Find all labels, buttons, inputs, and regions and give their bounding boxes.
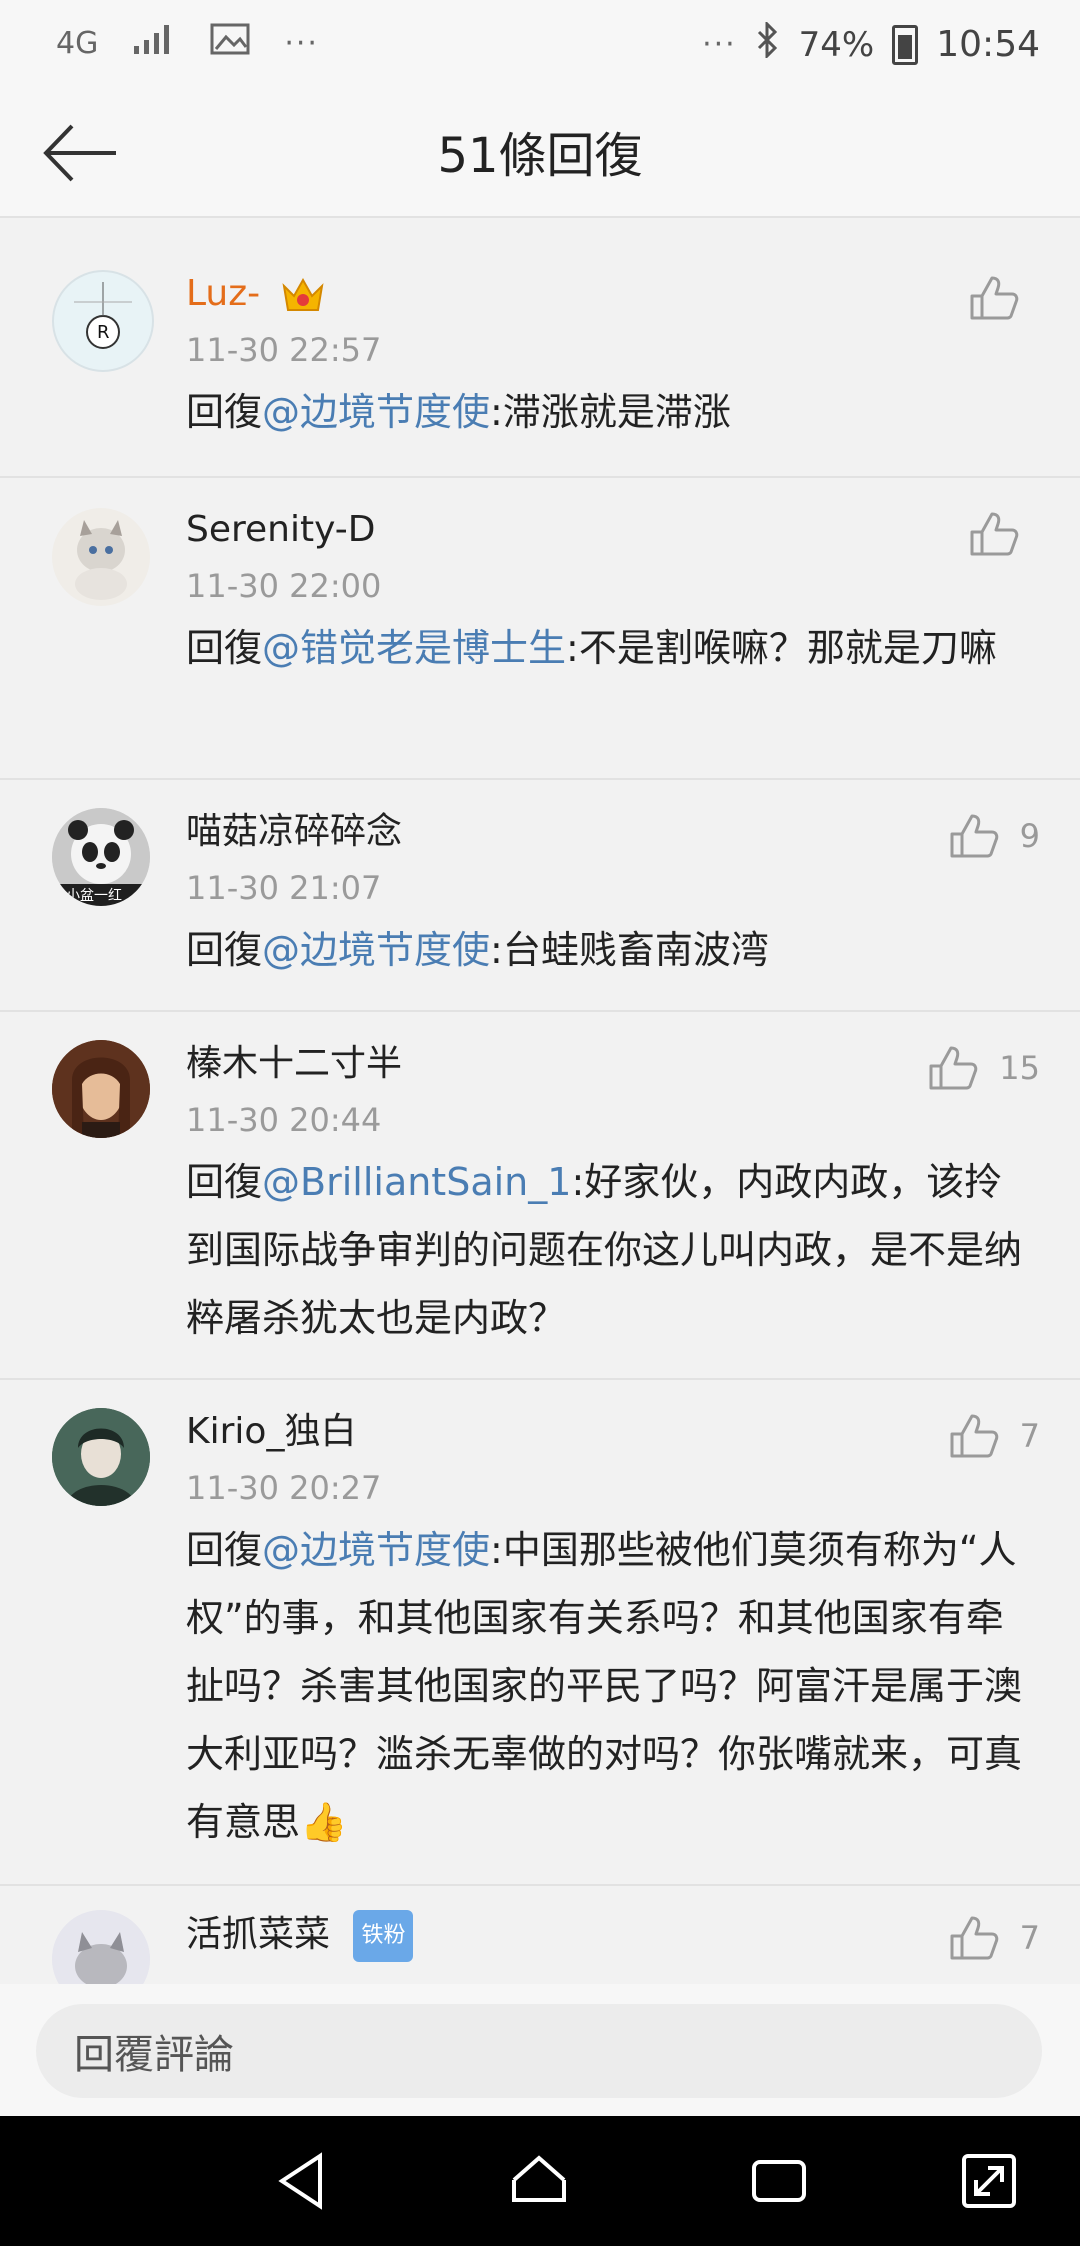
more-status-icon-right: ··· [702,27,737,62]
comment-list: R Luz- 11-30 22:57 回復@边境节度使:滞涨就是滞涨 Seren… [0,218,1080,2006]
thumbs-up-icon [970,512,1019,556]
like-count: 9 [1019,817,1040,855]
comment-text: 回復@边境节度使:台蛙贱畜南波湾 [186,916,1040,984]
comment-body: :不是割喉嘛？那就是刀嘛 [566,626,997,670]
expand-icon [962,2154,1016,2208]
reply-prefix: 回復 [186,1528,263,1572]
thumbs-up-icon [970,276,1019,320]
reply-prefix: 回復 [186,390,263,434]
comment-text: 回復@错觉老是博士生:不是割喉嘛？那就是刀嘛 [186,614,1040,682]
reply-prefix: 回復 [186,626,263,670]
fan-badge: 铁粉 [353,1910,414,1962]
image-icon [210,23,250,64]
avatar[interactable] [52,1040,150,1138]
avatar[interactable] [52,508,150,606]
comment-text: 回復@BrilliantSain_1:好家伙，内政内政，该拎到国际战争审判的问题… [186,1148,1040,1352]
crown-badge-icon [282,276,324,314]
avatar-caption: 小盆一红 [66,888,122,904]
status-bar: 4G ··· ··· 74% 10:54 [0,0,1080,90]
list-item[interactable]: R Luz- 11-30 22:57 回復@边境节度使:滞涨就是滞涨 [0,218,1080,478]
list-item[interactable]: 小盆一红 喵菇凉碎碎念 11-30 21:07 回復@边境节度使:台蛙贱畜南波湾… [0,780,1080,1012]
nav-back-button[interactable] [270,2148,336,2214]
comment-body: :中国那些被他们莫须有称为“人权”的事，和其他国家有关系吗？和其他国家有牵扯吗？… [186,1528,1023,1844]
comment-text: 回復@边境节度使:中国那些被他们莫须有称为“人权”的事，和其他国家有关系吗？和其… [186,1516,1040,1856]
username[interactable]: Luz- [186,270,1040,318]
nav-home-button[interactable] [506,2148,572,2214]
like-count: 15 [999,1049,1040,1087]
thumbs-up-icon [950,1916,998,1960]
clock: 10:54 [936,24,1040,65]
mention-link[interactable]: @边境节度使 [262,390,490,434]
reply-prefix: 回復 [186,1160,263,1204]
bluetooth-icon [755,20,781,67]
comment-time: 11-30 22:00 [186,567,382,605]
comment-time: 11-30 21:07 [186,869,382,907]
thumbs-up-icon [950,814,998,858]
network-label: 4G [56,26,99,61]
system-nav-bar [0,2116,1080,2246]
reply-prefix: 回復 [186,928,263,972]
signal-icon [132,22,176,65]
like-button[interactable]: 7 [948,1914,1040,1962]
username[interactable]: 榛木十二寸半 [186,1040,1040,1088]
list-item[interactable]: 榛木十二寸半 11-30 20:44 回復@BrilliantSain_1:好家… [0,1012,1080,1380]
comment-time: 11-30 20:44 [186,1101,382,1139]
username[interactable]: Kirio_独白 [186,1408,1040,1456]
mention-link[interactable]: @BrilliantSain_1 [262,1160,571,1204]
username[interactable]: 喵菇凉碎碎念 [186,808,1040,856]
like-button[interactable]: 9 [948,812,1040,860]
list-item[interactable]: Serenity-D 11-30 22:00 回復@错觉老是博士生:不是割喉嘛？… [0,478,1080,780]
username[interactable]: 活抓菜菜 铁粉 [186,1910,1040,1962]
mention-link[interactable]: @边境节度使 [262,1528,490,1572]
username-text: 活抓菜菜 [186,1914,331,1955]
mention-link[interactable]: @边境节度使 [262,928,490,972]
like-count: 7 [1019,1417,1040,1455]
thumbs-up-icon [950,1414,998,1458]
list-item[interactable]: Kirio_独白 11-30 20:27 回復@边境节度使:中国那些被他们莫须有… [0,1380,1080,1886]
nav-expand-button[interactable] [956,2148,1022,2214]
home-icon [512,2155,566,2202]
comment-text: 回復@边境节度使:滞涨就是滞涨 [186,378,1040,446]
recents-icon [752,2160,806,2202]
avatar[interactable]: 小盆一红 [52,808,150,906]
like-count: 7 [1019,1919,1040,1957]
page-title: 51條回復 [437,128,643,184]
svg-text:R: R [97,322,110,343]
avatar[interactable] [52,1408,150,1506]
comment-time: 11-30 20:27 [186,1469,382,1507]
like-button[interactable] [968,510,1040,558]
mention-link[interactable]: @错觉老是博士生 [262,626,566,670]
username-text: Luz- [186,273,261,314]
back-triangle-icon [278,2152,322,2210]
comment-body: :台蛙贱畜南波湾 [490,928,769,972]
comment-time: 11-30 22:57 [186,331,382,369]
like-button[interactable] [968,274,1040,322]
like-button[interactable]: 15 [927,1044,1040,1092]
nav-recents-button[interactable] [746,2148,812,2214]
comment-body: :滞涨就是滞涨 [490,390,731,434]
battery-icon [892,24,919,65]
thumbs-up-icon [929,1046,978,1090]
avatar[interactable]: R [52,270,154,372]
battery-percent: 74% [798,24,875,65]
username[interactable]: Serenity-D [186,506,1040,554]
reply-input[interactable]: 回覆評論 [36,2004,1042,2098]
more-status-icon: ··· [284,26,319,61]
like-button[interactable]: 7 [948,1412,1040,1460]
reply-bar: 回覆評論 [0,1984,1080,2116]
title-bar: 51條回復 [0,90,1080,218]
